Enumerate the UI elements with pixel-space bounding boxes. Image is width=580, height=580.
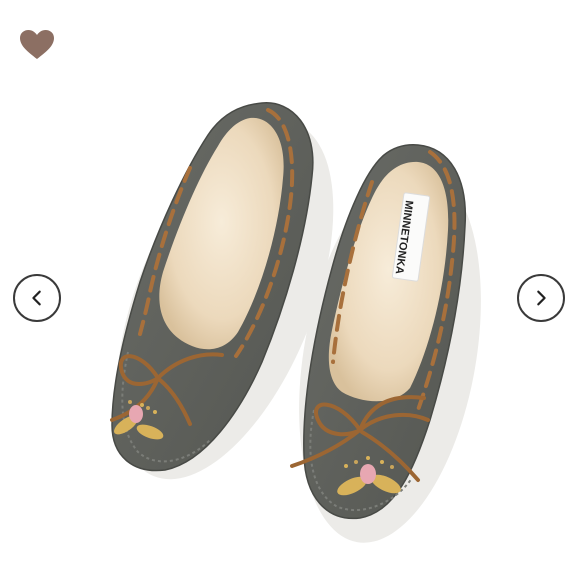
chevron-right-icon [537,290,546,306]
product-photo: MINNETONKA [110,102,481,543]
left-moccasin [110,102,314,472]
heart-icon [20,30,54,59]
chevron-left-icon [32,290,41,306]
like-button[interactable] [18,28,56,62]
next-image-button[interactable] [517,274,565,322]
previous-image-button[interactable] [13,274,61,322]
image-viewer: MINNETONKA [0,0,580,580]
